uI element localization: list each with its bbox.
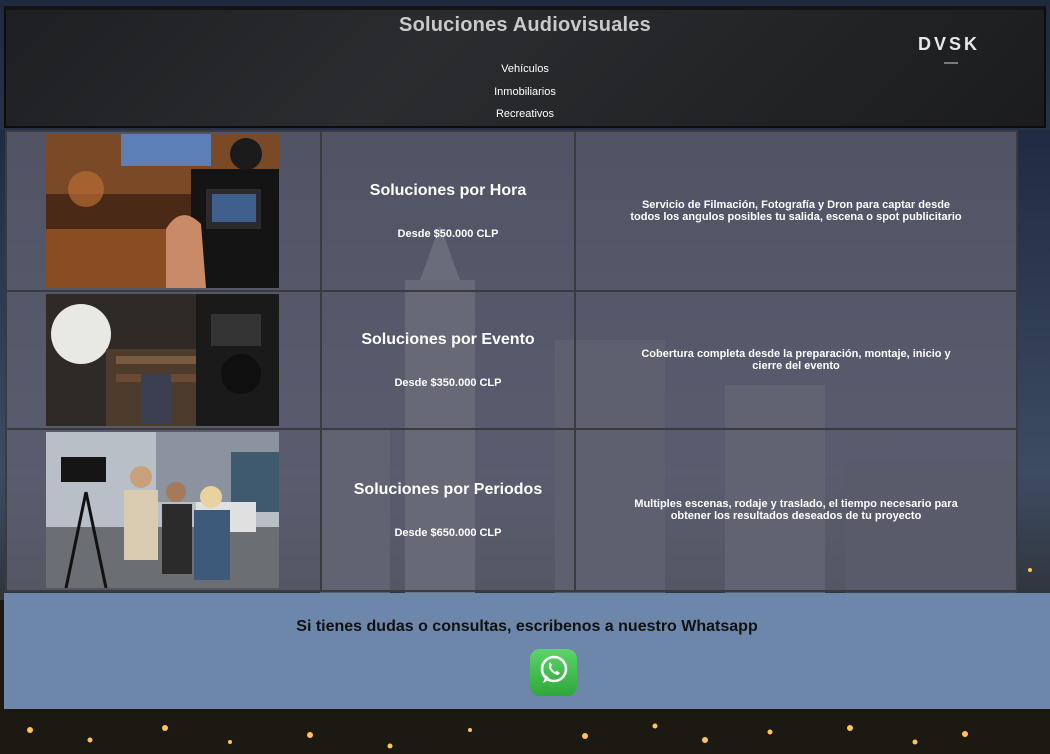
service-name-cell: Soluciones por Evento Desde $350.000 CLP <box>320 290 576 430</box>
service-photo-cell <box>5 428 322 592</box>
nav-item-recreativos[interactable]: Recreativos <box>0 103 1050 126</box>
service-photo-cell <box>5 290 322 430</box>
service-name-cell: Soluciones por Hora Desde $50.000 CLP <box>320 130 576 292</box>
service-price: Desde $350.000 CLP <box>394 377 502 389</box>
service-description: Multiples escenas, rodaje y traslado, el… <box>634 498 958 522</box>
service-description: Servicio de Filmación, Fotografía y Dron… <box>630 199 962 223</box>
whatsapp-icon <box>537 653 571 692</box>
contact-text: Si tienes dudas o consultas, escribenos … <box>296 618 758 635</box>
service-row: Soluciones por Hora Desde $50.000 CLP Se… <box>5 130 1018 292</box>
nav-item-inmobiliarios[interactable]: Inmobiliarios <box>0 81 1050 104</box>
service-name: Soluciones por Evento <box>361 331 535 348</box>
service-photo-cell <box>5 130 322 292</box>
service-row: Soluciones por Evento Desde $350.000 CLP… <box>5 290 1018 430</box>
site-title: Soluciones Audiovisuales <box>399 14 651 36</box>
service-name-cell: Soluciones por Periodos Desde $650.000 C… <box>320 428 576 592</box>
service-description-cell: Multiples escenas, rodaje y traslado, el… <box>574 428 1018 592</box>
service-description-cell: Servicio de Filmación, Fotografía y Dron… <box>574 130 1018 292</box>
service-row: Soluciones por Periodos Desde $650.000 C… <box>5 428 1018 592</box>
service-name: Soluciones por Hora <box>369 182 527 199</box>
brand-logo[interactable]: DVSK <box>918 34 980 55</box>
service-name: Soluciones por Periodos <box>353 481 543 498</box>
contact-section: Si tienes dudas o consultas, escribenos … <box>4 593 1050 709</box>
logo-underline <box>944 62 958 64</box>
service-price: Desde $50.000 CLP <box>397 228 499 240</box>
nav-item-vehiculos[interactable]: Vehículos <box>0 58 1050 81</box>
film-crew-street-photo <box>46 432 279 588</box>
service-price: Desde $650.000 CLP <box>394 527 502 539</box>
whatsapp-button[interactable] <box>530 649 577 696</box>
services-table: Soluciones por Hora Desde $50.000 CLP Se… <box>5 130 1018 592</box>
service-description-cell: Cobertura completa desde la preparación,… <box>574 290 1018 430</box>
service-description: Cobertura completa desde la preparación,… <box>641 348 951 372</box>
main-nav: Vehículos Inmobiliarios Recreativos <box>0 58 1050 126</box>
camera-closeup-photo <box>46 134 279 288</box>
studio-interview-photo <box>46 294 279 426</box>
